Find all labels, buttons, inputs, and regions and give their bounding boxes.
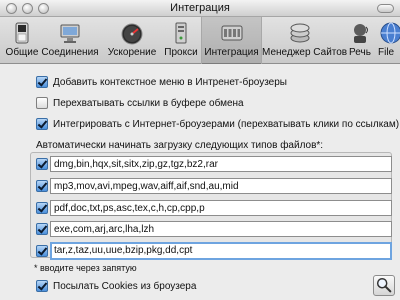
- file-icon: [380, 22, 400, 44]
- tab-label: File: [378, 47, 395, 58]
- tab-label: Прокси: [164, 47, 198, 58]
- toolbar-toggle-button[interactable]: [377, 4, 394, 13]
- context-menu-label: Добавить контекстное меню в Интренет-бро…: [53, 77, 287, 88]
- search-button[interactable]: [373, 275, 395, 296]
- filetype-input[interactable]: pdf,doc,txt,ps,asc,tex,c,h,cp,cpp,p: [50, 200, 392, 216]
- clipboard-label: Перехватывать ссылки в буфере обмена: [53, 98, 244, 109]
- speech-icon: [354, 24, 368, 43]
- switch-icon: [15, 22, 29, 44]
- preferences-toolbar: Общие Соединения Ускорение Прокси Интегр…: [0, 17, 400, 64]
- clipboard-checkbox[interactable]: [36, 97, 48, 109]
- window-title: Интеграция: [170, 2, 230, 14]
- filetype-input[interactable]: mp3,mov,avi,mpeg,wav,aiff,aif,snd,au,mid: [50, 178, 392, 194]
- tab-acceleration[interactable]: Ускорение: [104, 17, 160, 64]
- cookies-checkbox[interactable]: [36, 280, 48, 292]
- integrate-checkbox[interactable]: [36, 118, 48, 130]
- proxy-icon: [175, 22, 187, 44]
- tab-file[interactable]: File: [378, 17, 400, 64]
- filetypes-footnote: * вводите через запятую: [34, 263, 137, 273]
- tab-label: Общие: [5, 47, 39, 58]
- filetypes-header: Автоматически начинать загрузку следующи…: [36, 140, 324, 151]
- filetype-row-checkbox[interactable]: [36, 180, 48, 192]
- tab-label: Речь: [349, 47, 371, 58]
- context-menu-checkbox[interactable]: [36, 76, 48, 88]
- tab-integration[interactable]: Интеграция: [201, 17, 262, 64]
- filetype-row-checkbox[interactable]: [36, 158, 48, 170]
- tab-label: Соединения: [41, 47, 99, 58]
- filetype-row-checkbox[interactable]: [36, 202, 48, 214]
- speedometer-icon: [121, 23, 143, 45]
- title-bar: Интеграция: [0, 0, 400, 17]
- connection-icon: [60, 24, 80, 43]
- integrate-label: Интегрировать с Интернет-броузерами (пер…: [53, 119, 400, 130]
- filetype-input[interactable]: exe,com,arj,arc,lha,lzh: [50, 221, 392, 237]
- cookies-label: Посылать Cookies из броузера: [53, 281, 197, 292]
- magnifier-icon: [376, 277, 392, 293]
- tab-label: Ускорение: [107, 47, 157, 58]
- filetype-input[interactable]: dmg,bin,hqx,sit,sitx,zip,gz,tgz,bz2,rar: [50, 156, 392, 172]
- filetype-input-focused[interactable]: tar,z,taz,uu,uue,bzip,pkg,dd,cpt: [50, 242, 392, 260]
- tab-label: Интеграция: [204, 47, 259, 58]
- tab-label: Менеджер Сайтов: [262, 47, 348, 58]
- filetype-row-checkbox[interactable]: [36, 223, 48, 235]
- filetype-row-checkbox[interactable]: [36, 245, 48, 257]
- integration-icon: [221, 25, 242, 41]
- tab-speech[interactable]: Речь: [343, 17, 377, 64]
- tab-proxy[interactable]: Прокси: [162, 17, 200, 64]
- tab-site-manager[interactable]: Менеджер Сайтов: [262, 17, 348, 64]
- tab-general[interactable]: Общие: [3, 17, 41, 64]
- tab-connections[interactable]: Соединения: [40, 17, 100, 64]
- site-manager-icon: [290, 23, 310, 43]
